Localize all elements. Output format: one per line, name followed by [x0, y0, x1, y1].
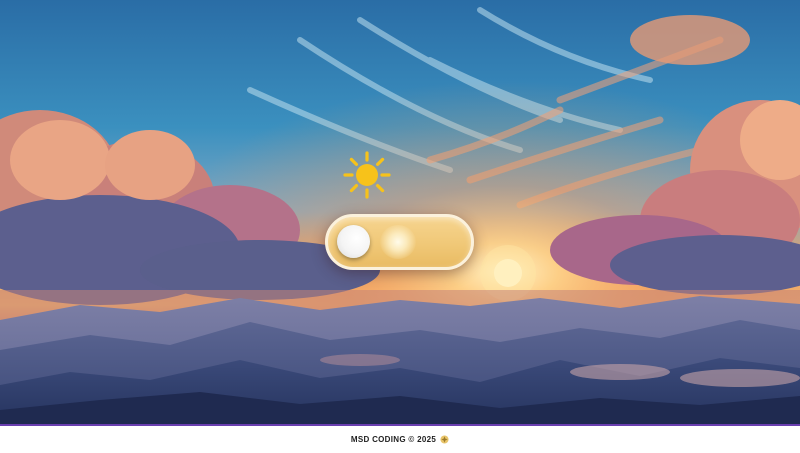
sparkle-icon	[440, 435, 449, 444]
sky-background	[0, 0, 800, 424]
toggle-knob[interactable]	[337, 225, 370, 258]
footer-credit: MSD CODING © 2025	[350, 435, 437, 444]
sun-icon	[342, 150, 392, 200]
sunset-landscape-image	[0, 0, 800, 424]
day-night-toggle[interactable]	[325, 214, 474, 270]
footer: MSD CODING © 2025	[0, 424, 800, 453]
toggle-glow	[380, 225, 416, 259]
